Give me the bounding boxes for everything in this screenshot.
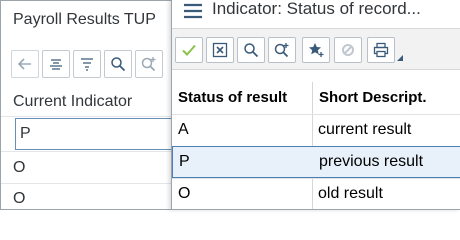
search-button[interactable] xyxy=(104,50,132,78)
filter-icon xyxy=(81,58,93,71)
cancel-button[interactable] xyxy=(206,37,234,63)
dialog-toolbar xyxy=(172,28,460,70)
hamburger-menu-icon[interactable] xyxy=(183,2,203,20)
row-divider xyxy=(1,116,171,117)
dialog-title-bar: Indicator: Status of record... xyxy=(172,0,460,26)
cell-status: A xyxy=(178,121,189,138)
table-row-selected[interactable]: P xyxy=(15,118,175,150)
cell-indicator: O xyxy=(13,159,26,176)
background-toolbar xyxy=(11,50,163,78)
align-center-icon xyxy=(50,59,62,70)
filter-button[interactable] xyxy=(73,50,101,78)
add-favorite-button[interactable] xyxy=(302,37,330,63)
column-header-status[interactable]: Status of result xyxy=(172,82,312,114)
print-button[interactable] xyxy=(367,37,395,63)
cell-description: previous result xyxy=(319,153,424,170)
star-plus-icon xyxy=(309,43,324,57)
dialog-border xyxy=(172,209,460,210)
table-row[interactable]: O xyxy=(13,190,171,208)
confirm-button[interactable] xyxy=(175,37,203,63)
back-arrow-icon xyxy=(17,58,31,70)
print-dropdown-icon[interactable] xyxy=(397,55,403,61)
cell-indicator: P xyxy=(20,125,31,142)
search-plus-button[interactable] xyxy=(135,50,163,78)
cell-description: old result xyxy=(318,185,383,202)
settings-link-icon xyxy=(342,44,354,56)
align-center-button[interactable] xyxy=(42,50,70,78)
print-icon xyxy=(373,42,389,58)
dialog-title: Indicator: Status of record... xyxy=(212,0,421,18)
table-row[interactable]: A current result xyxy=(172,114,460,146)
cell-description: current result xyxy=(318,121,412,138)
table-row-selected[interactable]: P previous result xyxy=(172,146,460,178)
close-box-icon xyxy=(212,42,228,58)
background-window-title: Payroll Results TUP xyxy=(13,11,156,28)
cell-status: P xyxy=(179,153,190,170)
search-icon xyxy=(244,43,259,58)
value-help-dialog: Indicator: Status of record... Status of… xyxy=(171,0,460,210)
row-divider xyxy=(1,183,171,184)
settings-button[interactable] xyxy=(334,37,362,63)
cell-status: O xyxy=(178,185,191,202)
cell-indicator: O xyxy=(13,190,26,207)
find-next-button[interactable] xyxy=(268,37,296,63)
row-divider xyxy=(1,151,171,152)
column-header-current-indicator[interactable]: Current Indicator xyxy=(13,93,132,111)
column-header-short-description[interactable]: Short Descript. xyxy=(313,82,460,114)
table-row[interactable]: O old result xyxy=(172,178,460,210)
find-button[interactable] xyxy=(237,37,265,63)
search-plus-icon xyxy=(141,57,156,72)
search-plus-icon xyxy=(274,43,289,58)
search-icon xyxy=(111,57,126,72)
back-arrow-button[interactable] xyxy=(11,50,39,78)
table-row[interactable]: O xyxy=(13,159,171,177)
check-icon xyxy=(182,44,196,56)
